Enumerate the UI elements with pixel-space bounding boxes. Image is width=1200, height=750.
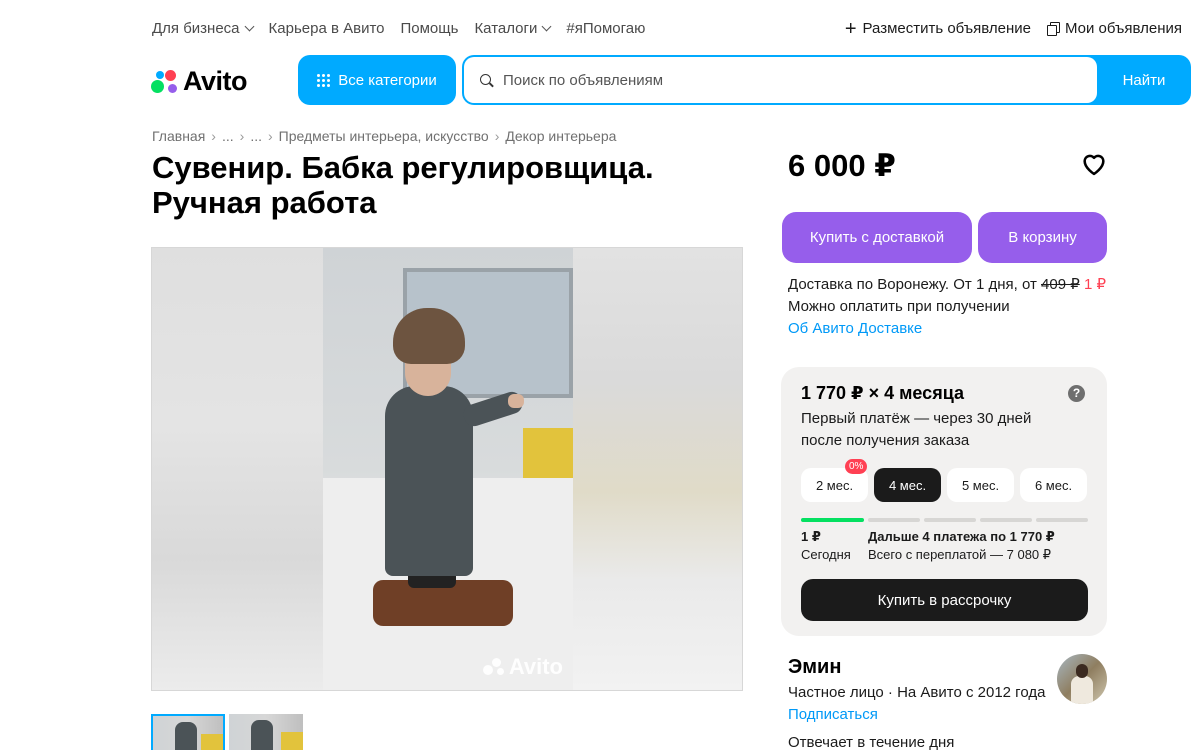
buy-installment-button[interactable]: Купить в рассрочку [801, 579, 1088, 621]
seller-avatar[interactable] [1057, 654, 1107, 704]
chevron-down-icon [244, 21, 254, 32]
total-overpay-text: Всего с переплатой — 7 080 ₽ [868, 547, 1052, 562]
post-ad-label: Разместить объявление [862, 20, 1031, 37]
progress-segment-paid [801, 518, 864, 522]
listing-photo[interactable]: Avito [323, 248, 573, 690]
delivery-info: Доставка по Воронежу. От 1 дня, от 409 ₽… [788, 274, 1106, 340]
breadcrumb-separator: › [211, 128, 216, 144]
photo-gallery[interactable]: Avito [151, 247, 743, 691]
seller-name[interactable]: Эмин [788, 656, 841, 679]
next-payments-text: Дальше 4 платежа по 1 770 ₽ [868, 529, 1055, 544]
figurine-coat [385, 386, 473, 576]
installment-subtitle: Первый платёж — через 30 дней после полу… [801, 410, 1032, 449]
search-input[interactable] [503, 71, 1083, 89]
top-right-actions: + Разместить объявление Мои объявления [844, 17, 1182, 40]
search-bar: Найти [462, 55, 1191, 105]
term-label: 5 мес. [961, 477, 1000, 493]
progress-segment [924, 518, 976, 522]
progress-segment [1036, 518, 1088, 522]
chevron-down-icon [541, 21, 552, 32]
seller-info: Частное лицо · На Авито с 2012 года Подп… [788, 682, 1045, 726]
first-payment-amount: 1 ₽ [801, 529, 821, 544]
nav-for-business-label: Для бизнеса [152, 20, 240, 37]
breadcrumb-interior-decor[interactable]: Декор интерьера [505, 128, 616, 144]
figurine-hat [393, 308, 465, 364]
payment-progress [801, 518, 1088, 522]
nav-career[interactable]: Карьера в Авито [269, 20, 385, 37]
buy-with-delivery-button[interactable]: Купить с доставкой [782, 212, 972, 263]
breadcrumb-separator: › [239, 128, 245, 144]
nav-catalogs[interactable]: Каталоги [474, 20, 552, 37]
gallery-blur-left [152, 248, 323, 690]
grid-icon [317, 73, 331, 87]
listing-title: Сувенир. Бабка регулировщица. Ручная раб… [152, 150, 654, 220]
delivery-line: Доставка по Воронежу. От 1 дня, от 409 ₽… [788, 274, 1106, 296]
avito-watermark: Avito [482, 654, 563, 680]
term-5-months[interactable]: 5 мес. [947, 468, 1014, 502]
all-categories-button[interactable]: Все категории [298, 55, 456, 105]
post-ad-link[interactable]: + Разместить объявление [844, 17, 1031, 40]
search-icon [480, 73, 493, 87]
breadcrumb: Главная › ... › ... › Предметы интерьера, и… [152, 128, 616, 144]
installment-card: 1 770 ₽ × 4 месяца ? Первый платёж — чер… [781, 367, 1107, 636]
price: 6 000 ₽ [788, 148, 896, 183]
installment-terms: 2 мес. 0% 4 мес. 5 мес. 6 мес. [801, 459, 1087, 502]
thumbnail-strip [151, 714, 303, 750]
gallery-blur-right [571, 248, 742, 690]
figurine-hand [508, 394, 524, 408]
breadcrumb-interior-items[interactable]: Предметы интерьера, искусство [279, 128, 489, 144]
term-label: 2 мес. [815, 477, 854, 493]
installment-title: 1 770 ₽ × 4 месяца [801, 383, 964, 403]
top-nav: Для бизнеса Карьера в Авито Помощь Катал… [152, 20, 645, 37]
delivery-new-price: 1 ₽ [1083, 276, 1106, 293]
nav-ya-pomogayu[interactable]: #яПомогаю [566, 20, 645, 37]
breadcrumb-collapsed-1[interactable]: ... [222, 128, 234, 144]
term-label: 6 мес. [1034, 477, 1073, 493]
all-categories-label: Все категории [338, 71, 437, 89]
nav-help-label: Помощь [400, 20, 459, 37]
my-ads-link[interactable]: Мои объявления [1047, 20, 1182, 37]
breadcrumb-home[interactable]: Главная [152, 128, 205, 144]
pay-on-receipt-text: Можно оплатить при получении [788, 298, 1010, 315]
next-payments: Дальше 4 платежа по 1 770 ₽ Всего с пере… [868, 528, 1055, 564]
favorite-heart-icon[interactable] [1080, 150, 1108, 178]
seller-status: Частное лицо · На Авито с 2012 года [788, 684, 1046, 701]
term-label: 4 мес. [888, 477, 927, 493]
avito-logo[interactable]: Avito [151, 66, 248, 97]
thumbnail-1[interactable] [151, 714, 225, 750]
progress-segment [868, 518, 920, 522]
search-button[interactable]: Найти [1097, 55, 1191, 105]
help-icon[interactable]: ? [1068, 385, 1085, 402]
breadcrumb-separator: › [494, 128, 500, 144]
response-time: Отвечает в течение дня [788, 734, 955, 750]
watermark-logo-icon [482, 657, 505, 677]
breadcrumb-collapsed-2[interactable]: ... [250, 128, 262, 144]
my-ads-icon [1047, 22, 1060, 36]
watermark-text: Avito [508, 654, 563, 679]
delivery-text: Доставка по Воронежу. От 1 дня, от [788, 276, 1037, 293]
term-4-months[interactable]: 4 мес. [874, 468, 941, 502]
logo-text: Avito [183, 66, 248, 96]
search-box [464, 57, 1097, 103]
first-payment-when: Сегодня [801, 547, 851, 562]
add-to-cart-button[interactable]: В корзину [978, 212, 1107, 263]
plus-icon: + [844, 17, 857, 40]
delivery-old-price: 409 ₽ [1041, 276, 1080, 293]
progress-segment [980, 518, 1032, 522]
nav-for-business[interactable]: Для бизнеса [152, 20, 254, 37]
zero-percent-badge: 0% [845, 459, 868, 474]
term-6-months[interactable]: 6 мес. [1020, 468, 1087, 502]
first-payment: 1 ₽ Сегодня [801, 528, 851, 564]
nav-career-label: Карьера в Авито [268, 20, 385, 37]
nav-help[interactable]: Помощь [401, 20, 459, 37]
term-2-months[interactable]: 2 мес. 0% [801, 459, 868, 502]
logo-dots-icon [151, 69, 177, 95]
nav-catalogs-label: Каталоги [474, 20, 538, 37]
breadcrumb-separator: › [267, 128, 273, 144]
subscribe-link[interactable]: Подписаться [788, 706, 878, 723]
nav-ya-pomogayu-label: #яПомогаю [566, 20, 646, 37]
thumbnail-2[interactable] [229, 714, 303, 750]
my-ads-label: Мои объявления [1065, 20, 1182, 37]
avito-delivery-link[interactable]: Об Авито Доставке [788, 320, 922, 337]
